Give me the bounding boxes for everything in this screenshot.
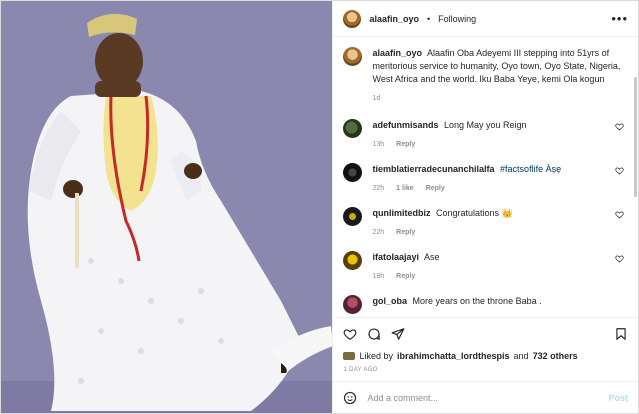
following-button[interactable]: Following <box>438 14 476 24</box>
comment-username[interactable]: ifatolaajayi <box>372 252 419 262</box>
heart-icon[interactable] <box>615 166 624 175</box>
comments-list[interactable]: alaafin_oyo Alaafin Oba Adeyemi III step… <box>333 37 638 317</box>
more-horizontal-icon[interactable]: ••• <box>611 11 628 26</box>
comment-age[interactable]: 22h <box>372 226 384 239</box>
post-side-panel: alaafin_oyo • Following ••• alaafin_oyo … <box>333 1 638 413</box>
heart-icon[interactable] <box>615 210 624 219</box>
heart-icon[interactable] <box>615 122 624 131</box>
avatar[interactable] <box>343 163 363 182</box>
share-icon[interactable] <box>391 327 405 341</box>
comments-scrollbar[interactable] <box>634 77 637 197</box>
comment-item: ifatolaajayi Ase 18h Reply <box>343 251 626 283</box>
post-image <box>1 1 334 413</box>
avatar[interactable] <box>343 9 362 28</box>
likes-summary: Liked by ibrahimchatta_lordthespis and 7… <box>333 349 638 363</box>
post-timestamp[interactable]: 1 DAY AGO <box>333 363 638 381</box>
liked-by-prefix: Liked by <box>359 351 394 361</box>
caption-username[interactable]: alaafin_oyo <box>372 48 422 58</box>
comment-item: adefunmisands Long May you Reign 13h Rep… <box>343 119 626 151</box>
bookmark-icon[interactable] <box>614 327 628 341</box>
comment-username[interactable]: tiemblatierradecunanchilalfa <box>372 164 494 174</box>
portrait-illustration <box>1 1 333 413</box>
reply-button[interactable]: Reply <box>396 226 415 239</box>
comment-age[interactable]: 13h <box>372 138 384 151</box>
comment-item: qunlimitedbiz Congratulations 👑 22h Repl… <box>343 207 626 239</box>
comment-text: More years on the throne Baba . <box>412 296 542 306</box>
liked-by-and: and <box>513 351 529 361</box>
post-caption: alaafin_oyo Alaafin Oba Adeyemi III step… <box>343 47 626 105</box>
comment-username[interactable]: adefunmisands <box>372 120 438 130</box>
heart-icon[interactable] <box>615 254 624 263</box>
comment-text: #factsoflife Àṣẹ <box>500 164 562 174</box>
reply-button[interactable]: Reply <box>396 138 415 151</box>
post-button[interactable]: Post <box>608 393 628 403</box>
avatar[interactable] <box>343 119 363 138</box>
comment-icon[interactable] <box>367 327 381 341</box>
liked-by-others[interactable]: 732 others <box>533 351 578 361</box>
reply-button[interactable]: Reply <box>396 270 415 283</box>
liked-by-user[interactable]: ibrahimchatta_lordthespis <box>397 351 510 361</box>
comment-text: Ase <box>424 252 440 262</box>
post-header: alaafin_oyo • Following ••• <box>333 1 638 37</box>
separator-dot: • <box>427 13 431 24</box>
comment-text: Long May you Reign <box>444 120 527 130</box>
avatar[interactable] <box>343 47 363 66</box>
avatar[interactable] <box>343 251 363 270</box>
reply-button[interactable]: Reply <box>426 182 445 195</box>
comment-age[interactable]: 22h <box>372 182 384 195</box>
caption-age[interactable]: 1d <box>372 92 380 105</box>
comment-item: tiemblatierradecunanchilalfa #factsoflif… <box>343 163 626 195</box>
author-username[interactable]: alaafin_oyo <box>369 14 419 24</box>
post-actions <box>333 317 638 349</box>
post-dialog: alaafin_oyo • Following ••• alaafin_oyo … <box>0 0 639 414</box>
liker-avatar[interactable] <box>343 352 356 360</box>
comment-age[interactable]: 18h <box>372 270 384 283</box>
emoji-icon[interactable] <box>343 391 357 405</box>
comment-item: gol_oba More years on the throne Baba . <box>343 295 626 314</box>
avatar[interactable] <box>343 295 363 314</box>
comment-input[interactable]: Add a comment... <box>367 393 598 403</box>
comment-username[interactable]: gol_oba <box>372 296 407 306</box>
avatar[interactable] <box>343 207 363 226</box>
comment-username[interactable]: qunlimitedbiz <box>372 208 430 218</box>
comment-likes[interactable]: 1 like <box>396 182 414 195</box>
heart-icon[interactable] <box>343 327 357 341</box>
comment-text: Congratulations 👑 <box>436 208 513 218</box>
add-comment-bar: Add a comment... Post <box>333 381 638 413</box>
